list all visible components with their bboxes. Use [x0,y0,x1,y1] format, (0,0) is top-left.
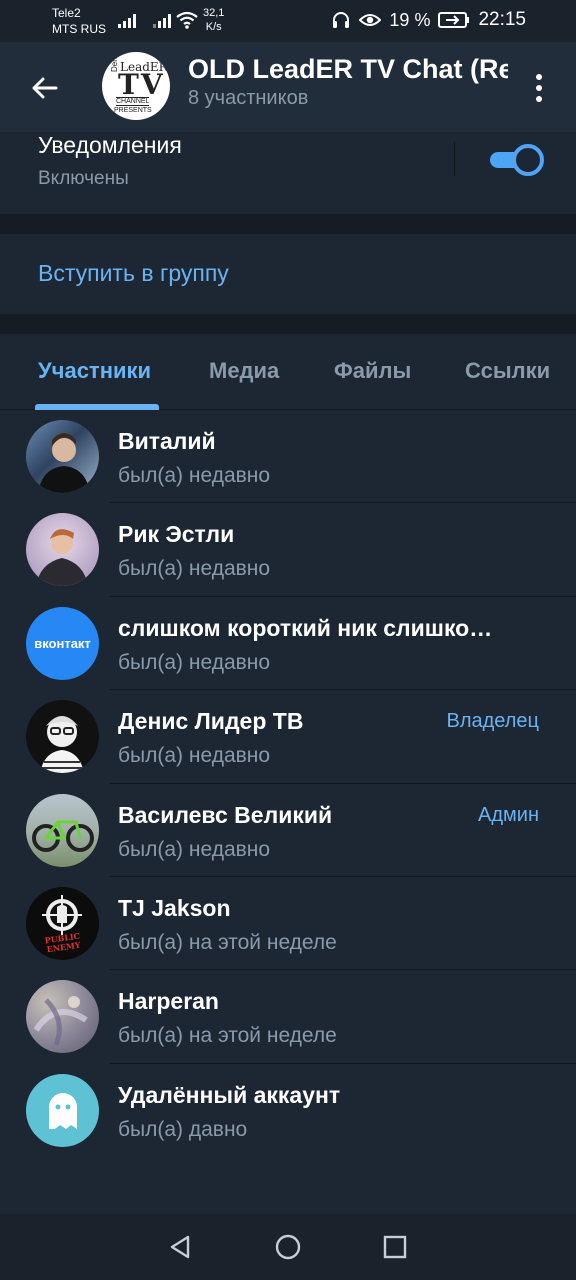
member-status: был(а) недавно [118,464,271,487]
join-group-button[interactable]: Вступить в группу [38,260,229,287]
members-list: Виталий был(а) недавно Рик Эстли был(а) … [0,410,576,1157]
section-gap [0,214,576,234]
wifi-icon [176,11,198,29]
carrier-info: Tele2 MTS RUS [52,5,106,37]
back-button[interactable] [20,66,68,110]
member-role-admin: Админ [478,803,539,826]
chat-header: Denis LeadER TV CHANNEL PRESENTS OLD Lea… [0,42,576,132]
network-speed: 32,1 K/s [203,6,224,34]
status-right: 19 % 22:15 [331,9,526,31]
dot-icon [536,74,542,80]
avatar: PUBLIC ENEMY [26,886,99,960]
avatar-text-presents: PRESENTS [114,107,152,114]
join-group-row[interactable]: Вступить в группу [0,234,576,314]
member-status: был(а) на этой неделе [118,1024,337,1048]
avatar [26,793,99,867]
tab-links[interactable]: Ссылки [465,358,550,384]
avatar [26,980,99,1054]
battery-percent: 19 % [389,9,431,30]
member-name: Удалённый аккаунт [118,1081,341,1108]
avatar [26,700,99,774]
system-nav-bar [0,1214,576,1280]
battery-icon [438,12,470,28]
member-row[interactable]: PUBLIC ENEMY TJ Jakson был(а) на этой не… [0,877,576,971]
member-row[interactable]: вконтакт слишком короткий ник слишко… бы… [0,597,576,691]
dot-icon [536,85,542,91]
member-status: был(а) недавно [118,837,271,861]
notifications-status: Включены [38,168,129,189]
speed-value: 32,1 [203,7,225,19]
member-name: слишком короткий ник слишко… [118,614,493,641]
avatar-text-channel: CHANNEL [116,97,150,106]
notifications-title: Уведомления [38,132,182,158]
media-tabs: Участники Медиа Файлы Ссылки [0,334,576,410]
member-name: Василевс Великий [118,801,333,828]
ghost-icon [48,1093,77,1130]
speed-unit: K/s [205,21,222,33]
eye-icon [359,14,382,26]
avatar [26,1073,99,1147]
clock: 22:15 [478,9,526,30]
member-row[interactable]: Василевс Великий был(а) недавно Админ [0,784,576,877]
member-status: был(а) давно [118,1117,248,1141]
notifications-row[interactable]: Уведомления Включены [0,132,576,214]
nav-home-icon[interactable] [274,1233,302,1261]
headphones-icon [333,12,350,28]
member-row[interactable]: Удалённый аккаунт был(а) давно [0,1064,576,1157]
member-name: Harperan [118,988,219,1015]
chat-title: OLD LeadER TV Chat (Re [188,54,508,84]
dot-icon [536,96,542,102]
tab-media[interactable]: Медиа [209,358,279,384]
member-row[interactable]: Рик Эстли был(а) недавно [0,503,576,597]
section-gap [0,314,576,334]
member-status: был(а) на этой неделе [118,930,337,954]
member-name: TJ Jakson [118,894,231,921]
avatar [26,513,99,587]
signal-icon [118,12,136,28]
member-name: Денис Лидер ТВ [118,708,304,735]
avatar: вконтакт [26,606,99,680]
status-bar: Tele2 MTS RUS 32,1 K/s 19 % 22:15 [0,0,576,42]
member-row[interactable]: Виталий был(а) недавно [0,410,576,504]
carrier-2: MTS RUS [52,22,106,36]
member-status: был(а) недавно [118,744,271,768]
member-status: был(а) недавно [118,557,271,581]
toggle-knob [512,144,544,176]
member-count: 8 участников [188,87,309,109]
signal-icon [153,12,171,28]
carrier-1: Tele2 [52,6,81,20]
member-row[interactable]: Harperan был(а) на этой неделе [0,970,576,1064]
member-role-owner: Владелец [446,710,539,733]
tab-members[interactable]: Участники [38,358,151,384]
member-row[interactable]: Денис Лидер ТВ был(а) недавно Владелец [0,690,576,784]
tab-files[interactable]: Файлы [334,358,411,384]
divider [454,142,455,176]
more-menu-button[interactable] [524,68,554,108]
nav-recents-icon[interactable] [382,1234,408,1260]
chat-title-block[interactable]: OLD LeadER TV Chat (Re 8 участников [188,54,508,110]
avatar [26,420,99,493]
avatar-text: вконтакт [34,635,91,651]
member-name: Виталий [118,428,216,454]
nav-back-icon[interactable] [168,1234,194,1260]
group-avatar[interactable]: Denis LeadER TV CHANNEL PRESENTS [102,52,170,120]
notifications-toggle[interactable] [488,144,544,176]
arrow-left-icon [32,77,58,99]
member-status: был(а) недавно [118,650,271,674]
member-name: Рик Эстли [118,521,235,548]
